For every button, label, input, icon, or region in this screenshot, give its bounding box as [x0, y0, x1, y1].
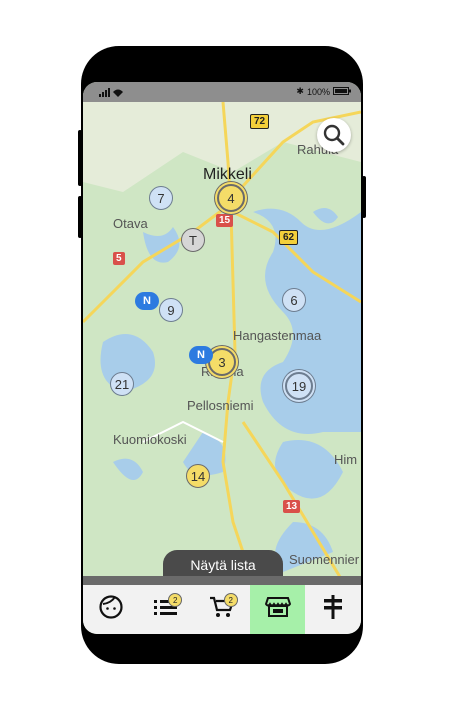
cluster-marker-9[interactable]: 9	[159, 298, 183, 322]
battery-text: 100%	[306, 86, 330, 97]
place-hangastenmaa: Hangastenmaa	[233, 328, 322, 343]
pin-marker-n[interactable]: N	[189, 346, 213, 364]
nav-cart[interactable]: 2	[194, 585, 250, 634]
road-15-shield: 15	[216, 214, 234, 227]
place-suomenniemi: Suomennier	[289, 552, 360, 567]
face-icon	[98, 594, 124, 625]
place-otava: Otava	[113, 216, 148, 231]
cluster-marker-t[interactable]: T	[181, 228, 205, 252]
road-13-shield: 13	[283, 500, 301, 513]
place-mikkeli: Mikkeli	[203, 166, 252, 183]
volume-down-button	[78, 196, 82, 238]
bluetooth-icon: ✱	[296, 86, 304, 96]
place-pellosniemi: Pellosniemi	[187, 398, 254, 413]
cluster-marker-7[interactable]: 7	[149, 186, 173, 210]
road-62-shield: 62	[279, 230, 299, 245]
cluster-marker-6[interactable]: 6	[282, 288, 306, 312]
store-icon	[264, 595, 291, 624]
screen: ✱ 100% Mikkeli Rahula Otava Hangastenmaa…	[83, 82, 361, 634]
search-button[interactable]	[317, 118, 351, 152]
nav-store[interactable]	[249, 585, 306, 634]
signpost-icon	[321, 594, 345, 625]
road-5-shield: 5	[113, 252, 125, 265]
signal-icon	[99, 88, 123, 99]
place-him: Him	[334, 452, 358, 467]
nav-signpost[interactable]	[305, 585, 361, 634]
cart-count-badge: 2	[223, 593, 238, 607]
pin-marker-n[interactable]: N	[135, 292, 159, 310]
battery-icon	[333, 86, 351, 97]
map-view[interactable]: Mikkeli Rahula Otava Hangastenmaa Ristii…	[83, 102, 361, 582]
volume-up-button	[78, 130, 82, 186]
list-count-badge: 2	[168, 593, 183, 607]
road-72-shield: 72	[250, 114, 270, 129]
power-button	[362, 176, 366, 218]
search-icon	[323, 124, 345, 146]
cluster-marker-19[interactable]: 19	[285, 372, 313, 400]
bottom-nav: 2 2	[83, 585, 361, 634]
cluster-marker-4[interactable]: 4	[217, 184, 245, 212]
cluster-marker-14[interactable]: 14	[186, 464, 210, 488]
nav-profile[interactable]	[83, 585, 139, 634]
place-kuomiokoski: Kuomiokoski	[113, 432, 187, 447]
cluster-marker-21[interactable]: 21	[110, 372, 134, 396]
nav-list[interactable]: 2	[139, 585, 195, 634]
status-bar: ✱ 100%	[83, 82, 361, 102]
